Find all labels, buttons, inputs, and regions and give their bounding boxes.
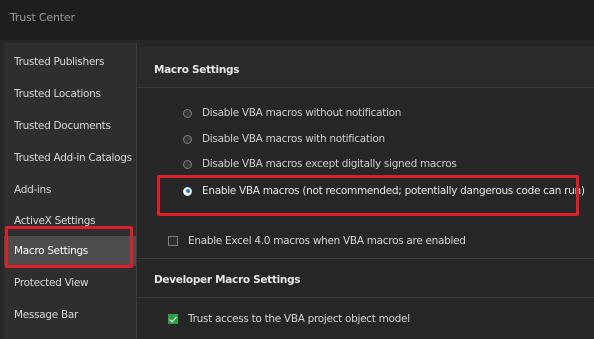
checkbox-enable-excel4-macros[interactable]: Enable Excel 4.0 macros when VBA macros … — [168, 235, 466, 247]
title-bar: Trust Center — [0, 0, 594, 40]
macro-settings-title: Macro Settings — [154, 64, 240, 76]
section-divider — [137, 87, 594, 88]
sidebar-item-trusted-documents[interactable]: Trusted Documents — [4, 111, 136, 141]
checkbox-label: Trust access to the VBA project object m… — [188, 313, 410, 325]
checkbox-trust-vba-object-model[interactable]: Trust access to the VBA project object m… — [168, 313, 410, 325]
section-divider — [137, 297, 594, 298]
checkbox-label: Enable Excel 4.0 macros when VBA macros … — [188, 235, 466, 247]
window-title: Trust Center — [10, 11, 75, 24]
highlight-box-enable-vba-macros — [157, 175, 579, 216]
checkbox[interactable] — [168, 236, 178, 246]
developer-macro-settings-title: Developer Macro Settings — [154, 274, 301, 286]
radio-button[interactable] — [183, 134, 192, 144]
trust-center-window: Trust Center Trusted Publishers Trusted … — [0, 0, 594, 339]
checkbox-checked[interactable] — [168, 314, 178, 324]
sidebar-item-protected-view[interactable]: Protected View — [4, 268, 136, 298]
sidebar-item-trusted-add-in-catalogs[interactable]: Trusted Add-in Catalogs — [4, 143, 136, 173]
sidebar-item-message-bar[interactable]: Message Bar — [4, 300, 136, 330]
sidebar: Trusted Publishers Trusted Locations Tru… — [4, 43, 137, 339]
sidebar-item-trusted-publishers[interactable]: Trusted Publishers — [4, 47, 136, 77]
radio-disable-except-signed[interactable]: Disable VBA macros except digitally sign… — [183, 158, 457, 170]
radio-button[interactable] — [183, 108, 192, 118]
section-divider — [137, 258, 594, 259]
radio-label: Disable VBA macros without notification — [202, 107, 402, 119]
radio-label: Disable VBA macros with notification — [202, 133, 385, 145]
radio-button[interactable] — [183, 159, 192, 169]
radio-disable-with-notification[interactable]: Disable VBA macros with notification — [183, 133, 385, 145]
sidebar-item-add-ins[interactable]: Add-ins — [4, 175, 136, 205]
radio-disable-without-notification[interactable]: Disable VBA macros without notification — [183, 107, 401, 119]
highlight-box-macro-settings — [5, 226, 133, 268]
radio-label: Disable VBA macros except digitally sign… — [202, 158, 457, 170]
sidebar-item-trusted-locations[interactable]: Trusted Locations — [4, 79, 136, 109]
